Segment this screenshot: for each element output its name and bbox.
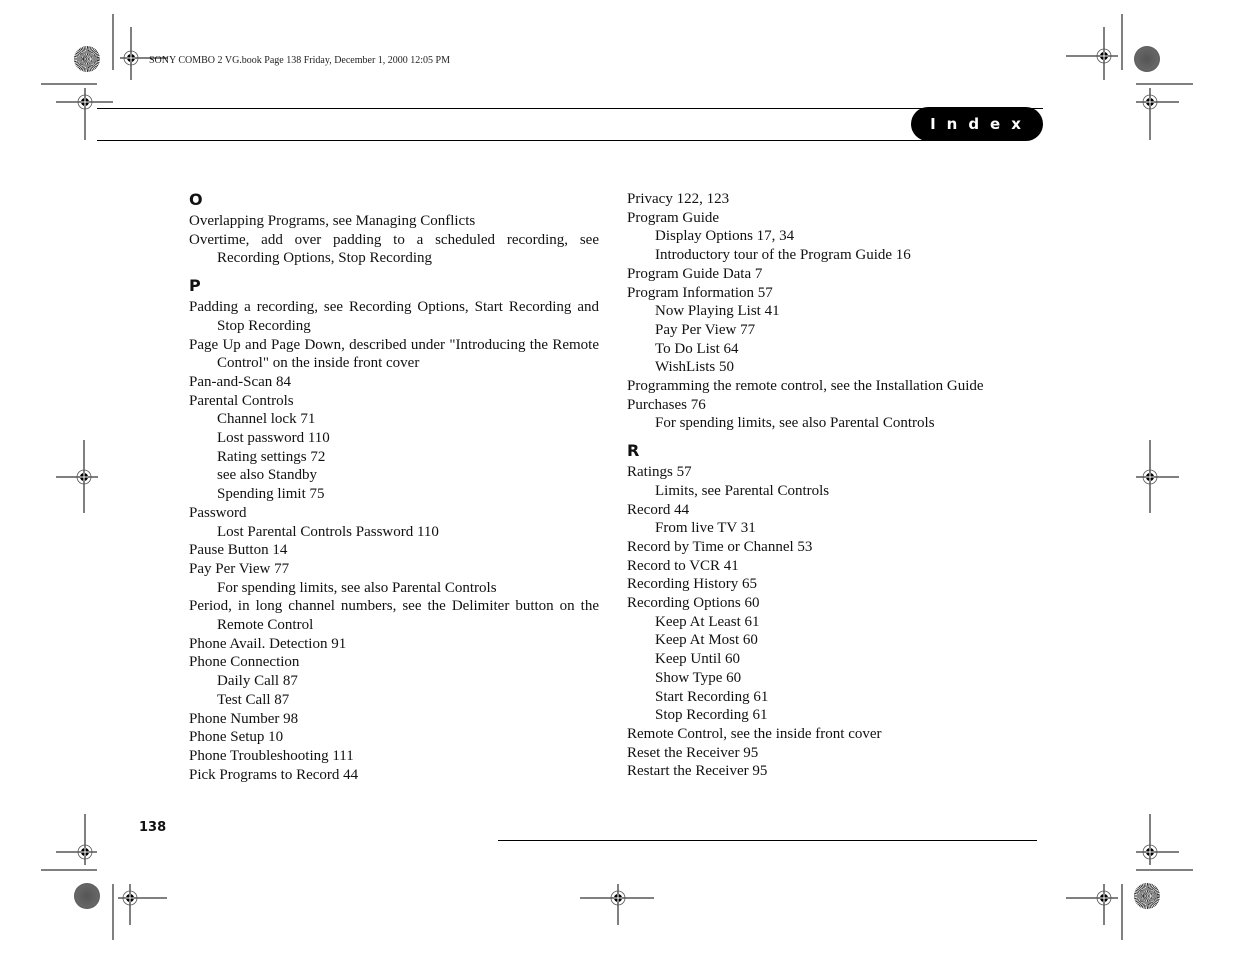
- index-column-left: O Overlapping Programs, see Managing Conf…: [189, 190, 599, 784]
- index-entry: Padding a recording, see Recording Optio…: [189, 299, 599, 334]
- index-subentry: see also Standby: [217, 467, 317, 484]
- index-entry: Remote Control, see the inside front cov…: [627, 725, 882, 742]
- index-entry: Ratings 57: [627, 464, 692, 481]
- index-entry: Reset the Receiver 95: [627, 744, 759, 761]
- index-entry: Overlapping Programs, see Managing Confl…: [189, 213, 476, 229]
- index-entry: Program Guide Data 7: [627, 265, 763, 282]
- print-slug: SONY COMBO 2 VG.book Page 138 Friday, De…: [149, 55, 451, 66]
- index-subentry: Lost Parental Controls Password 110: [217, 523, 439, 540]
- index-entry: Programming the remote control, see the …: [627, 378, 984, 395]
- index-entry: Privacy 122, 123: [627, 191, 730, 207]
- index-subentry: Rating settings 72: [217, 448, 326, 465]
- crop-marks: [41, 14, 1193, 940]
- registration-mark-icon: [1142, 94, 1158, 110]
- registration-mark-icon: [1142, 844, 1158, 860]
- index-subentry: For spending limits, see also Parental C…: [217, 579, 497, 596]
- index-subentry: Lost password 110: [217, 430, 330, 447]
- index-entry: Phone Number 98: [189, 710, 299, 727]
- index-entry: Phone Setup 10: [189, 729, 284, 746]
- index-subentry: Now Playing List 41: [655, 303, 780, 320]
- registration-mark-icon: [1142, 469, 1158, 485]
- index-entry: Overtime, add over padding to a schedule…: [189, 231, 599, 267]
- color-rosette-icon: [1134, 883, 1160, 909]
- index-entry: Password: [189, 504, 247, 521]
- index-letter-heading: R: [627, 441, 640, 461]
- index-subentry: Keep Until 60: [655, 651, 740, 668]
- index-subentry: To Do List 64: [655, 340, 739, 357]
- index-entry: Restart the Receiver 95: [627, 763, 768, 780]
- index-entry: Parental Controls: [189, 392, 294, 409]
- index-entry: Pay Per View 77: [189, 560, 290, 577]
- index-subentry: WishLists 50: [655, 359, 734, 376]
- index-entry: Record by Time or Channel 53: [627, 538, 813, 555]
- index-entry: Pick Programs to Record 44: [189, 766, 359, 783]
- index-entry: Page Up and Page Down, described under "…: [189, 336, 599, 372]
- page-number: 138: [139, 820, 167, 835]
- index-entry: Record 44: [627, 501, 690, 518]
- registration-mark-icon: [1096, 48, 1112, 64]
- index-entry: Recording Options 60: [627, 595, 760, 612]
- registration-mark-icon: [1096, 890, 1112, 906]
- registration-mark-icon: [77, 844, 93, 860]
- index-entry: Recording History 65: [627, 576, 757, 593]
- index-subentry: Test Call 87: [217, 691, 290, 708]
- index-subentry: For spending limits, see also Parental C…: [655, 415, 935, 432]
- index-subentry: Stop Recording 61: [655, 707, 768, 724]
- index-subentry: Show Type 60: [655, 669, 742, 686]
- registration-mark-icon: [610, 890, 626, 906]
- index-subentry: Keep At Least 61: [655, 613, 760, 630]
- index-subentry: Display Options 17, 34: [655, 228, 795, 245]
- section-tab-index: Index: [911, 107, 1043, 141]
- index-entry: Phone Troubleshooting 111: [189, 747, 354, 764]
- index-entry: Phone Connection: [189, 654, 300, 671]
- footer-rule: [498, 840, 1037, 841]
- color-rosette-icon: [74, 46, 100, 72]
- index-entry: Pause Button 14: [189, 542, 288, 559]
- index-entry: Program Guide: [627, 209, 720, 226]
- header-rule-top: [97, 108, 1043, 109]
- index-entry: Record to VCR 41: [627, 557, 739, 574]
- index-subentry: Start Recording 61: [655, 688, 769, 705]
- index-subentry: Channel lock 71: [217, 411, 316, 428]
- index-column-right: Privacy 122, 123 Program Guide Display Opt…: [627, 190, 1047, 781]
- color-rosette-icon: [1134, 46, 1160, 72]
- index-entry: Program Information 57: [627, 284, 773, 301]
- index-subentry: From live TV 31: [655, 520, 756, 537]
- registration-mark-icon: [123, 50, 139, 66]
- index-subentry: Spending limit 75: [217, 486, 325, 503]
- index-entry: Period, in long channel numbers, see the…: [189, 598, 599, 634]
- header-rule-bottom: [97, 140, 927, 141]
- registration-mark-icon: [77, 94, 93, 110]
- registration-mark-icon: [76, 469, 92, 485]
- index-subentry: Daily Call 87: [217, 673, 298, 690]
- registration-mark-icon: [122, 890, 138, 906]
- index-letter-heading: O: [189, 190, 203, 209]
- index-entry: Pan-and-Scan 84: [189, 373, 292, 390]
- index-subentry: Limits, see Parental Controls: [655, 482, 830, 499]
- index-subentry: Pay Per View 77: [655, 321, 756, 338]
- index-subentry: Keep At Most 60: [655, 632, 758, 649]
- index-letter-heading: P: [189, 276, 201, 296]
- index-entry: Phone Avail. Detection 91: [189, 635, 347, 652]
- index-subentry: Introductory tour of the Program Guide 1…: [655, 247, 911, 264]
- color-rosette-icon: [74, 883, 100, 909]
- index-entry: Purchases 76: [627, 396, 706, 413]
